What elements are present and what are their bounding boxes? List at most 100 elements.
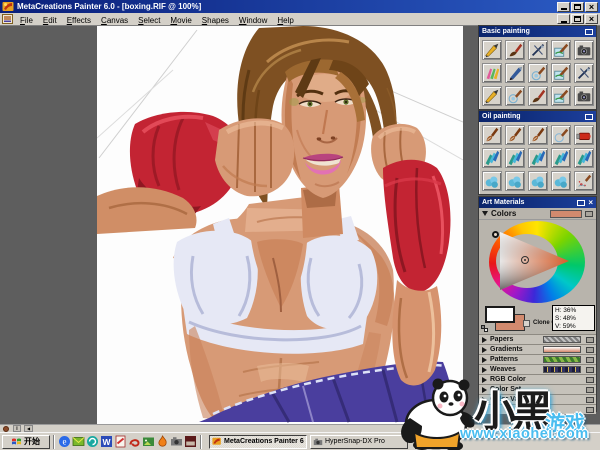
water-glass-icon — [552, 64, 570, 82]
palette-title: Oil painting — [482, 113, 521, 120]
section-gradients[interactable]: Gradients — [479, 344, 596, 354]
close-button[interactable] — [585, 2, 598, 12]
menu-item-effects[interactable]: Effects — [62, 16, 96, 25]
restore-button[interactable] — [571, 2, 584, 12]
info-icon[interactable] — [13, 425, 21, 432]
swap-colors-icon[interactable] — [481, 325, 489, 333]
scroll-left-icon[interactable] — [24, 425, 33, 432]
dark-media-icon[interactable] — [184, 435, 197, 448]
palette-window-icon[interactable] — [585, 114, 593, 120]
sponge-tool[interactable] — [551, 171, 571, 191]
camera-tool[interactable] — [574, 40, 594, 60]
oil-brush-tool[interactable] — [528, 125, 548, 145]
green-mail-icon[interactable] — [72, 435, 85, 448]
brush-tool[interactable] — [528, 86, 548, 106]
scratch-tool[interactable] — [528, 40, 548, 60]
art-materials-titlebar[interactable]: Art Materials × — [479, 197, 596, 208]
triangle-marker[interactable] — [521, 256, 529, 264]
document-icon — [2, 14, 13, 24]
panel-icon[interactable] — [586, 387, 594, 393]
splatter-tool[interactable] — [574, 171, 594, 191]
section-weaves[interactable]: Weaves — [479, 364, 596, 374]
oil-brush-icon — [529, 126, 547, 144]
panel-icon[interactable] — [586, 337, 594, 343]
color-dot-icon[interactable] — [3, 426, 9, 432]
section-patterns[interactable]: Patterns — [479, 354, 596, 364]
panel-icon[interactable] — [585, 211, 593, 217]
colors-section-header[interactable]: Colors — [479, 208, 596, 220]
menu-item-shapes[interactable]: Shapes — [197, 16, 234, 25]
scratch-tool[interactable] — [574, 63, 594, 83]
water-glass-tool[interactable] — [551, 63, 571, 83]
drip-icon — [506, 87, 524, 105]
doc-restore-button[interactable] — [571, 14, 584, 24]
painting-canvas[interactable] — [97, 26, 463, 424]
camera-tool[interactable] — [574, 86, 594, 106]
word-icon[interactable]: W — [100, 435, 113, 448]
menu-item-select[interactable]: Select — [133, 16, 165, 25]
pen-icon — [506, 64, 524, 82]
panel-icon[interactable] — [586, 407, 594, 413]
stripe-brush-tool[interactable] — [528, 148, 548, 168]
oil-brush-tool[interactable] — [482, 125, 502, 145]
blue-e-icon[interactable]: e — [58, 435, 71, 448]
sponge-tool[interactable] — [505, 171, 525, 191]
teal-swirl-icon[interactable] — [86, 435, 99, 448]
basic-painting-titlebar[interactable]: Basic painting — [479, 26, 596, 37]
section-label: Gradients — [490, 346, 523, 353]
start-button[interactable]: 开始 — [2, 435, 50, 449]
pencil-tool[interactable] — [482, 86, 502, 106]
sponge-tool[interactable] — [482, 171, 502, 191]
palette-close-icon[interactable]: × — [588, 200, 593, 206]
saturation-value-triangle[interactable] — [499, 231, 571, 291]
scratch-icon — [529, 41, 547, 59]
paint-tube-tool[interactable] — [574, 125, 594, 145]
orange-flame-icon[interactable] — [156, 435, 169, 448]
doc-minimize-button[interactable] — [557, 14, 570, 24]
palette-title: Art Materials — [482, 199, 524, 206]
stripe-brush-tool[interactable] — [482, 148, 502, 168]
green-photo-icon[interactable] — [142, 435, 155, 448]
water-glass-tool[interactable] — [551, 40, 571, 60]
red-doc-icon[interactable] — [114, 435, 127, 448]
hue-marker[interactable] — [492, 231, 499, 238]
panel-icon[interactable] — [586, 377, 594, 383]
brush-tool[interactable] — [505, 40, 525, 60]
panel-icon[interactable] — [586, 397, 594, 403]
stripe-brush-tool[interactable] — [574, 148, 594, 168]
crayons-tool[interactable] — [482, 63, 502, 83]
menu-item-movie[interactable]: Movie — [165, 16, 196, 25]
water-glass-tool[interactable] — [551, 86, 571, 106]
current-color-swatch — [550, 210, 582, 218]
red-swirl-icon[interactable] — [128, 435, 141, 448]
taskbar-button-hypersnap-dx[interactable]: HyperSnap-DX Pro — [310, 435, 408, 449]
oil-brush-tool[interactable] — [505, 125, 525, 145]
taskbar-button-metacreations[interactable]: MetaCreations Painter 6.... — [209, 435, 307, 449]
camera-icon[interactable] — [170, 435, 183, 448]
front-color-swatch[interactable] — [485, 306, 515, 323]
sponge-tool[interactable] — [528, 171, 548, 191]
menu-item-edit[interactable]: Edit — [38, 16, 62, 25]
drip-brush-tool[interactable] — [551, 125, 571, 145]
pen-tool[interactable] — [505, 63, 525, 83]
section-papers[interactable]: Papers — [479, 334, 596, 344]
palette-window-icon[interactable] — [585, 29, 593, 35]
menu-item-canvas[interactable]: Canvas — [96, 16, 133, 25]
doc-close-button[interactable] — [585, 14, 598, 24]
clone-color-checkbox[interactable] — [523, 320, 530, 327]
menu-item-window[interactable]: Window — [234, 16, 272, 25]
stripe-brush-tool[interactable] — [505, 148, 525, 168]
pencil-tool[interactable] — [482, 40, 502, 60]
oil-painting-titlebar[interactable]: Oil painting — [479, 111, 596, 122]
panel-icon[interactable] — [586, 367, 594, 373]
panel-icon[interactable] — [586, 357, 594, 363]
taskbar-separator — [53, 435, 55, 449]
menu-item-help[interactable]: Help — [272, 16, 298, 25]
drip-tool[interactable] — [528, 63, 548, 83]
menu-item-file[interactable]: File — [15, 16, 38, 25]
panel-icon[interactable] — [586, 347, 594, 353]
minimize-button[interactable] — [557, 2, 570, 12]
stripe-brush-tool[interactable] — [551, 148, 571, 168]
drip-tool[interactable] — [505, 86, 525, 106]
palette-window-icon[interactable] — [577, 200, 585, 206]
